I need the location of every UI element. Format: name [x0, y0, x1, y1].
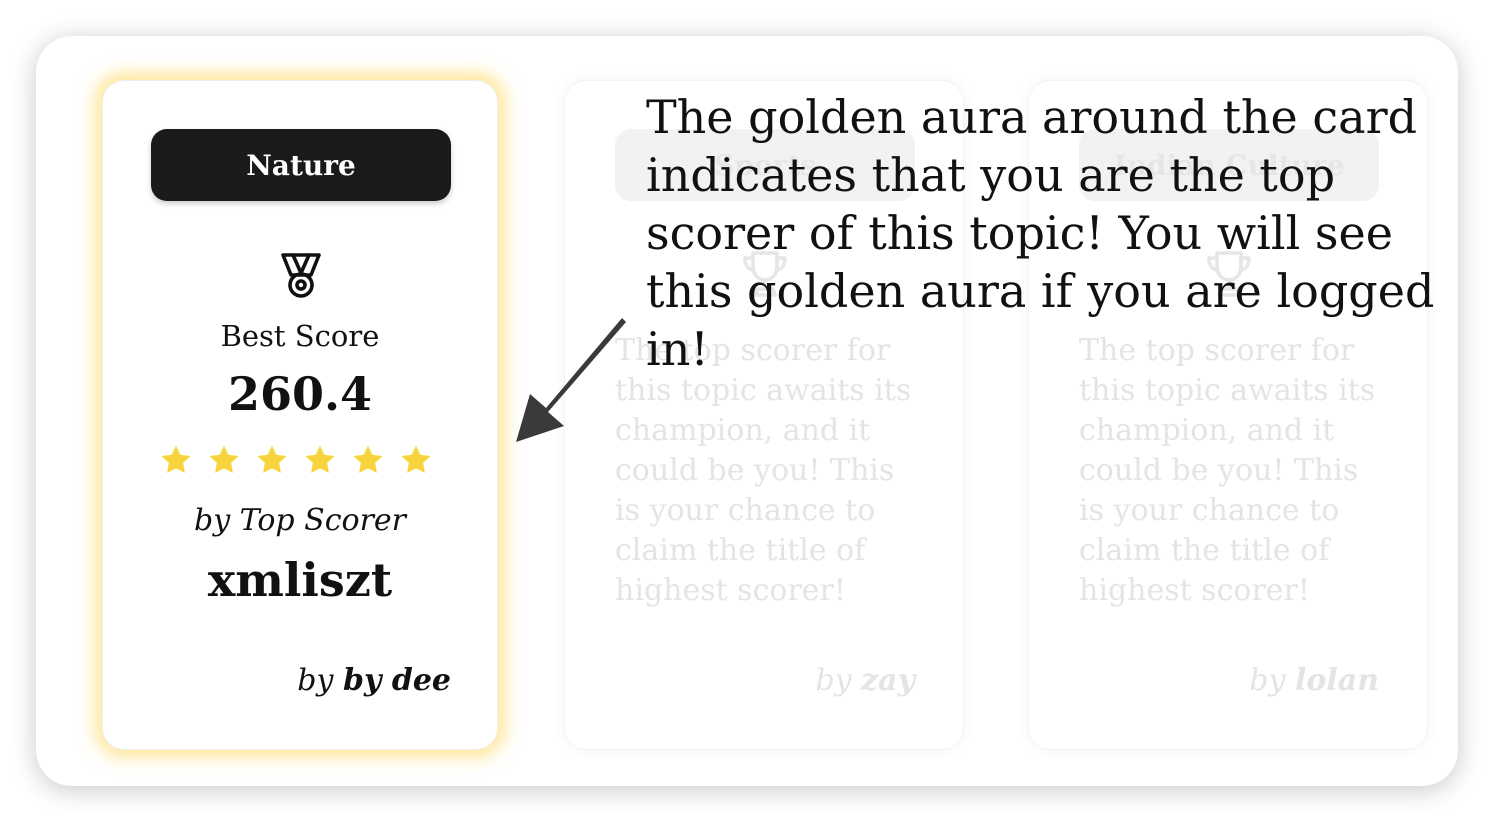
callout-text: The golden aura around the card indicate…	[646, 90, 1435, 376]
card-author: by lolan	[1249, 663, 1379, 698]
star-icon	[209, 445, 239, 474]
by-top-scorer-label: by Top Scorer	[193, 503, 407, 538]
star-icon	[401, 445, 431, 474]
star-rating	[159, 443, 433, 477]
medal-icon	[281, 253, 321, 298]
top-scorer-name: xmliszt	[207, 553, 393, 607]
author-name: zay	[861, 663, 915, 698]
star-icon	[257, 445, 287, 474]
author-prefix: by	[297, 663, 334, 698]
author-name: lolan	[1294, 663, 1379, 698]
author-prefix: by	[1249, 663, 1286, 698]
topic-badge[interactable]: Nature	[151, 129, 451, 201]
arrow-icon	[516, 318, 626, 442]
tutorial-frame: Nature Best Score 260.4 by Top Scorer xm…	[36, 36, 1458, 786]
best-score-label: Best Score	[220, 319, 380, 353]
author-prefix: by	[815, 663, 852, 698]
author-name: by dee	[342, 663, 451, 698]
card-author: by zay	[815, 663, 915, 698]
best-score-value: 260.4	[227, 367, 373, 421]
star-icon	[305, 445, 335, 474]
card-author: by by dee	[297, 663, 451, 698]
star-icon	[353, 445, 383, 474]
star-icon	[161, 445, 191, 474]
topic-card-nature[interactable]: Nature Best Score 260.4 by Top Scorer xm…	[102, 80, 498, 750]
